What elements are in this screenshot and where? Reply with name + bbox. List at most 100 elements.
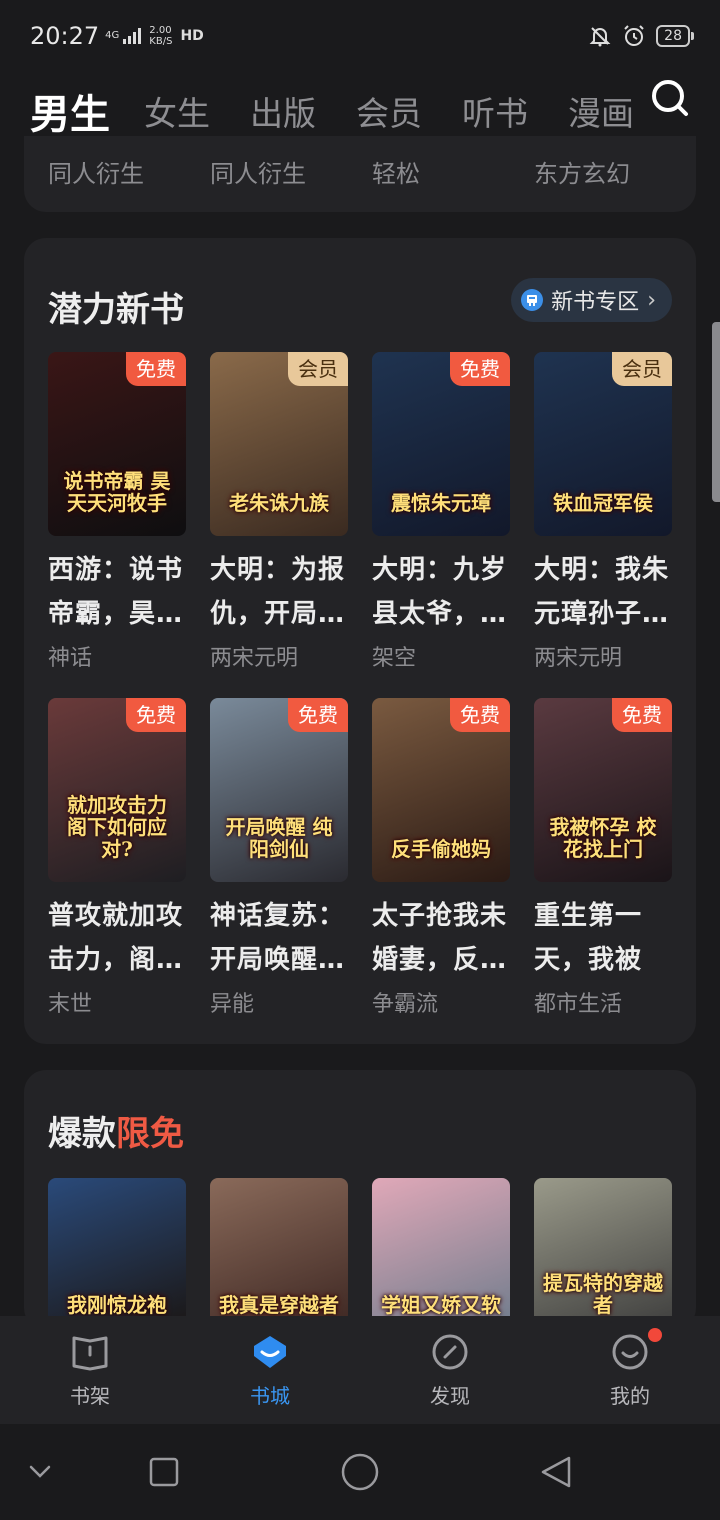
- back-icon[interactable]: [538, 1454, 574, 1490]
- nav-discover[interactable]: 发现: [360, 1316, 540, 1424]
- system-nav-bar: [0, 1424, 720, 1520]
- free-badge: 免费: [450, 352, 510, 386]
- network-indicator: 4G 2.00 KB/S HD: [105, 25, 204, 47]
- tab-publish[interactable]: 出版: [250, 87, 316, 135]
- cover-title: 反手偷她妈: [391, 837, 491, 861]
- status-bar: 20:27 4G 2.00 KB/S HD 28: [0, 0, 720, 72]
- book-cover[interactable]: 我真是穿越者: [210, 1178, 348, 1338]
- profile-icon: [612, 1334, 648, 1369]
- book-item[interactable]: 学姐又娇又软: [372, 1178, 510, 1338]
- cover-title: 开局唤醒 纯阳剑仙: [225, 815, 333, 861]
- chevron-right-icon: ›: [647, 287, 656, 313]
- book-item[interactable]: 震惊朱元璋 免费大明：九岁县太爷，… 架空: [372, 352, 510, 672]
- bookshelf-icon: [72, 1336, 108, 1370]
- vip-badge: 会员: [612, 352, 672, 386]
- free-badge: 免费: [126, 352, 186, 386]
- tab-audiobook[interactable]: 听书: [462, 87, 528, 135]
- bookstore-icon: [254, 1335, 286, 1368]
- home-icon[interactable]: [340, 1452, 380, 1492]
- tab-female[interactable]: 女生: [144, 87, 210, 135]
- book-title[interactable]: 普攻就加攻击力，阁…: [48, 894, 186, 982]
- network-type: 4G: [105, 30, 120, 41]
- category-item[interactable]: 东方玄幻: [534, 136, 696, 212]
- cover-title: 铁血冠军侯: [553, 491, 653, 515]
- tab-comic[interactable]: 漫画: [568, 87, 634, 135]
- zone-label: 新书专区: [551, 290, 640, 315]
- book-genre: 争霸流: [372, 992, 439, 1017]
- alarm-icon: [624, 25, 644, 46]
- free-badge: 免费: [288, 698, 348, 732]
- cover-title: 提瓦特的穿越者: [543, 1271, 663, 1317]
- book-item[interactable]: 老朱诛九族 会员大明：为报仇，开局… 两宋元明: [210, 352, 348, 672]
- free-badge: 免费: [450, 698, 510, 732]
- tab-male[interactable]: 男生: [30, 82, 110, 156]
- book-cover[interactable]: 说书帝霸 昊天天河牧手 免费: [48, 352, 186, 536]
- book-item[interactable]: 我被怀孕 校花找上门 免费重生第一天，我被怀… 都市生活: [534, 698, 672, 1018]
- tab-member[interactable]: 会员: [356, 87, 422, 135]
- book-genre: 架空: [372, 646, 417, 671]
- book-title[interactable]: 神话复苏：开局唤醒…: [210, 894, 348, 982]
- book-grid: 说书帝霸 昊天天河牧手 免费 西游：说书帝霸，昊… 神话 老朱诛九族 会员 大明：为报仇，开…: [48, 352, 672, 1018]
- hot-free-section: 爆款限免 我刚惊龙袍 我真是穿越者 学姐又娇又软 提瓦特的穿越者: [24, 1070, 696, 1338]
- book-title[interactable]: 西游：说书帝霸，昊…: [48, 548, 186, 636]
- cover-title: 震惊朱元璋: [391, 491, 491, 515]
- book-item[interactable]: 反手偷她妈 免费太子抢我未婚妻，反… 争霸流: [372, 698, 510, 1018]
- book-title[interactable]: 大明：九岁县太爷，…: [372, 548, 510, 636]
- book-title[interactable]: 大明：我朱元璋孙子…: [534, 548, 672, 636]
- book-cover[interactable]: 铁血冠军侯 会员: [534, 352, 672, 536]
- book-cover[interactable]: 开局唤醒 纯阳剑仙 免费: [210, 698, 348, 882]
- nav-profile[interactable]: 我的: [540, 1316, 720, 1424]
- bottom-nav: 书架 书城 发现 我的: [0, 1316, 720, 1424]
- book-item[interactable]: 说书帝霸 昊天天河牧手 免费 西游：说书帝霸，昊… 神话: [48, 352, 186, 672]
- mute-bell-icon: [589, 27, 611, 47]
- cover-title: 我刚惊龙袍: [67, 1293, 167, 1317]
- book-item[interactable]: 提瓦特的穿越者: [534, 1178, 672, 1338]
- book-genre: 两宋元明: [534, 646, 623, 671]
- book-genre: 都市生活: [534, 992, 623, 1017]
- book-item[interactable]: 我真是穿越者: [210, 1178, 348, 1338]
- book-title[interactable]: 太子抢我未婚妻，反…: [372, 894, 510, 982]
- notification-badge: [648, 1328, 662, 1342]
- category-item[interactable]: 同人衍生: [48, 136, 210, 212]
- book-title[interactable]: 重生第一天，我被怀…: [534, 894, 672, 982]
- section-title: 潜力新书: [48, 290, 184, 330]
- book-cover[interactable]: 学姐又娇又软: [372, 1178, 510, 1338]
- book-cover[interactable]: 提瓦特的穿越者: [534, 1178, 672, 1338]
- book-genre: 异能: [210, 992, 255, 1017]
- category-item[interactable]: 同人衍生: [210, 136, 372, 212]
- new-book-zone-button[interactable]: 新书专区 ›: [511, 278, 672, 322]
- cover-title: 我真是穿越者: [219, 1293, 339, 1317]
- search-icon[interactable]: [650, 78, 690, 118]
- book-title[interactable]: 大明：为报仇，开局…: [210, 548, 348, 636]
- scrollbar[interactable]: [712, 322, 720, 502]
- battery-icon: 28: [656, 25, 694, 47]
- book-cover[interactable]: 老朱诛九族 会员: [210, 352, 348, 536]
- cover-title: 我被怀孕 校花找上门: [549, 815, 657, 861]
- nav-bookstore[interactable]: 书城: [180, 1316, 360, 1424]
- network-speed: 2.00 KB/S: [149, 25, 173, 47]
- book-genre: 两宋元明: [210, 646, 299, 671]
- free-badge: 免费: [126, 698, 186, 732]
- book-item[interactable]: 我刚惊龙袍: [48, 1178, 186, 1338]
- book-item[interactable]: 开局唤醒 纯阳剑仙 免费神话复苏：开局唤醒… 异能: [210, 698, 348, 1018]
- collapse-icon[interactable]: [28, 1462, 52, 1482]
- book-cover[interactable]: 反手偷她妈 免费: [372, 698, 510, 882]
- book-cover[interactable]: 我被怀孕 校花找上门 免费: [534, 698, 672, 882]
- recent-apps-icon[interactable]: [148, 1456, 180, 1488]
- discover-icon: [432, 1334, 468, 1369]
- book-item[interactable]: 就加攻击力 阁下如何应对? 免费普攻就加攻击力，阁… 末世: [48, 698, 186, 1018]
- nav-bookshelf[interactable]: 书架: [0, 1316, 180, 1424]
- cover-title: 学姐又娇又软: [381, 1293, 501, 1317]
- zone-icon: [521, 289, 544, 311]
- book-genre: 末世: [48, 992, 93, 1017]
- category-item[interactable]: 轻松: [372, 136, 534, 212]
- signal-icon: [123, 28, 142, 44]
- potential-books-section: 潜力新书 新书专区 › 说书帝霸 昊天天河牧手 免费 西游：说书帝霸，昊… 神话 老朱诛…: [24, 238, 696, 1044]
- book-cover[interactable]: 震惊朱元璋 免费: [372, 352, 510, 536]
- vip-badge: 会员: [288, 352, 348, 386]
- hot-book-row: 我刚惊龙袍 我真是穿越者 学姐又娇又软 提瓦特的穿越者: [48, 1178, 672, 1338]
- category-row: 同人衍生 同人衍生 轻松 东方玄幻: [24, 136, 696, 212]
- book-cover[interactable]: 就加攻击力 阁下如何应对? 免费: [48, 698, 186, 882]
- book-item[interactable]: 铁血冠军侯 会员大明：我朱元璋孙子… 两宋元明: [534, 352, 672, 672]
- book-cover[interactable]: 我刚惊龙袍: [48, 1178, 186, 1338]
